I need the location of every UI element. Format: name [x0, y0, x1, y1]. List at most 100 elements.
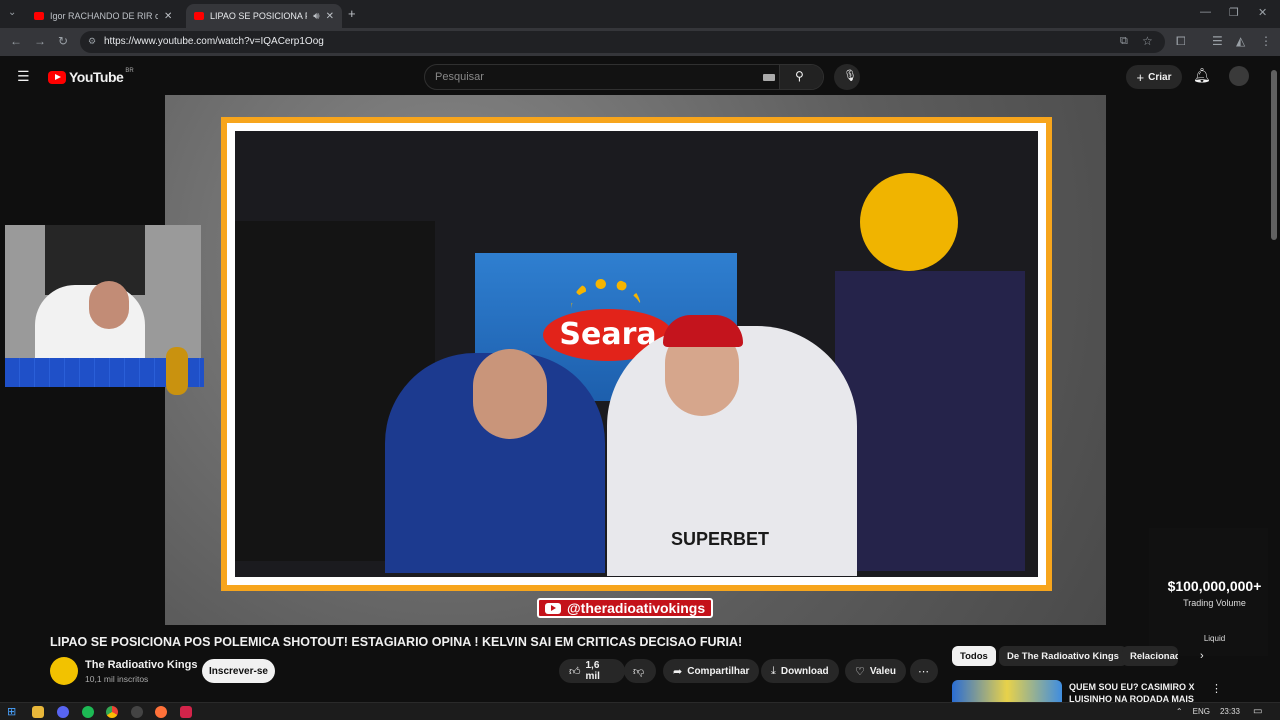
create-button[interactable]: + Criar — [1126, 65, 1182, 89]
account-avatar[interactable] — [1229, 66, 1249, 86]
chip-from-channel[interactable]: De The Radioativo Kings — [999, 646, 1127, 666]
video-title: LIPAO SE POSICIONA POS POLEMICA SHOTOUT!… — [50, 635, 743, 649]
close-icon[interactable]: ✕ — [164, 11, 172, 22]
channel-avatar[interactable] — [50, 657, 78, 685]
video-frame-border: Seara SUPERBET — [221, 117, 1052, 591]
new-tab-button[interactable]: + — [348, 6, 356, 21]
chrome-icon[interactable] — [106, 706, 118, 718]
scrollbar-thumb[interactable] — [1271, 70, 1277, 240]
youtube-favicon-icon — [34, 12, 44, 20]
ad-overlay[interactable]: $100,000,000+ Trading Volume Liquid — [1149, 528, 1280, 656]
subscribe-button[interactable]: Inscrever-se — [202, 659, 275, 683]
menu-kebab-icon[interactable]: ⋮ — [1260, 34, 1272, 48]
minimize-icon[interactable]: — — [1200, 6, 1211, 18]
subscriber-count: 10,1 mil inscritos — [85, 674, 149, 684]
hamburger-menu-icon[interactable]: ☰ — [17, 68, 30, 85]
share-label: Compartilhar — [687, 665, 750, 677]
file-explorer-icon[interactable] — [32, 706, 44, 718]
discord-icon[interactable] — [57, 706, 69, 718]
youtube-icon — [545, 602, 561, 614]
dislike-button[interactable]: 👎︎ — [624, 659, 656, 683]
install-app-icon[interactable]: ⧉ — [1120, 35, 1128, 48]
tab-search-icon[interactable]: ⌄ — [8, 7, 16, 18]
brand-rays — [571, 279, 641, 309]
thanks-label: Valeu — [869, 665, 897, 677]
profile-icon[interactable]: ◭ — [1236, 34, 1245, 48]
youtube-play-icon — [48, 70, 66, 84]
clock[interactable]: 23:33 — [1220, 707, 1240, 716]
thumbs-up-icon: 👍︎ — [569, 665, 581, 678]
tab-igor[interactable]: Igor RACHANDO DE RIR com o ✕ — [26, 4, 184, 28]
share-button[interactable]: ➦ Compartilhar — [663, 659, 760, 683]
extensions-icon[interactable]: ⧠ — [1176, 34, 1186, 49]
firefox-icon[interactable] — [155, 706, 167, 718]
notification-center-icon[interactable]: ▭ — [1253, 706, 1262, 717]
chip-all[interactable]: Todos — [952, 646, 996, 666]
host-left-head — [473, 349, 547, 439]
channel-name[interactable]: The Radioativo Kings — [85, 659, 197, 671]
kings-logo-badge — [860, 173, 958, 271]
thanks-button[interactable]: ♡ Valeu — [845, 659, 907, 683]
like-button[interactable]: 👍︎ 1,6 mil — [559, 659, 625, 683]
ad-caption: Trading Volume — [1183, 598, 1246, 608]
browser-tab-bar: ⌄ Igor RACHANDO DE RIR com o ✕ LIPAO SE … — [0, 0, 1280, 28]
tab-title: LIPAO SE POSICIONA POS P — [210, 11, 307, 21]
url-text: https://www.youtube.com/watch?v=IQACerp1… — [104, 36, 324, 47]
recommendation-title[interactable]: QUEM SOU EU? CASIMIRO X LUISINHO NA RODA… — [1069, 681, 1199, 702]
bookmark-star-icon[interactable]: ☆ — [1142, 34, 1153, 48]
share-arrow-icon: ➦ — [673, 665, 683, 678]
red-cap — [663, 315, 743, 347]
close-icon[interactable]: ✕ — [326, 11, 334, 22]
speaker-icon[interactable]: 🔊︎ — [313, 11, 319, 22]
youtube-logo[interactable]: YouTube BR — [48, 68, 134, 85]
jersey-sponsor-text: SUPERBET — [671, 529, 770, 549]
site-info-icon[interactable]: ⚙ — [88, 36, 96, 47]
channel-handle-overlay: @theradioativokings — [537, 598, 714, 618]
recommendation-menu-icon[interactable]: ⋮ — [1211, 682, 1222, 695]
obs-icon[interactable] — [131, 706, 143, 718]
keyboard-icon[interactable] — [763, 74, 775, 81]
search-box[interactable]: Pesquisar ⚲ — [424, 64, 824, 90]
forward-icon[interactable]: → — [34, 34, 46, 48]
language-indicator[interactable]: ENG — [1193, 707, 1210, 716]
webcam-overlay — [5, 225, 201, 358]
url-field[interactable]: ⚙ https://www.youtube.com/watch?v=IQACer… — [80, 31, 1165, 53]
reload-icon[interactable]: ↻ — [58, 34, 68, 48]
gold-watch-decoration — [166, 347, 188, 395]
download-label: Download — [780, 665, 829, 677]
spotify-icon[interactable] — [82, 706, 94, 718]
thumbs-down-icon: 👎︎ — [633, 665, 645, 678]
microphone-icon: 🎙︎ — [843, 70, 857, 82]
ad-brand: Liquid — [1203, 634, 1226, 643]
download-icon: ⤓ — [771, 664, 776, 677]
youtube-header: ☰ YouTube BR Pesquisar ⚲ 🎙︎ + Criar 🔔︎ — [0, 56, 1268, 96]
browser-address-bar: ← → ↻ ⚙ https://www.youtube.com/watch?v=… — [0, 28, 1280, 56]
back-icon[interactable]: ← — [10, 34, 22, 48]
search-icon: ⚲ — [795, 69, 804, 83]
region-code: BR — [125, 68, 134, 74]
more-horizontal-icon: ⋯ — [918, 665, 929, 678]
app-icon[interactable] — [180, 706, 192, 718]
studio-backdrop — [835, 271, 1025, 571]
chips-next-chevron-icon[interactable]: › — [1200, 650, 1204, 662]
ad-amount: $100,000,000+ — [1167, 578, 1262, 594]
search-input[interactable]: Pesquisar — [435, 71, 484, 83]
recommendation-thumbnail[interactable] — [952, 680, 1062, 702]
chip-related[interactable]: Relacionados — [1122, 646, 1178, 666]
page-scrollbar[interactable] — [1268, 56, 1280, 704]
restore-icon[interactable]: ❐ — [1229, 6, 1239, 19]
more-actions-button[interactable]: ⋯ — [910, 659, 938, 683]
like-count: 1,6 mil — [585, 660, 600, 682]
video-player[interactable]: Seara SUPERBET @theradioativokings — [165, 95, 1106, 625]
tab-lipao[interactable]: LIPAO SE POSICIONA POS P 🔊︎ ✕ — [186, 4, 342, 28]
download-button[interactable]: ⤓ Download — [761, 659, 839, 683]
heart-dollar-icon: ♡ — [855, 665, 865, 678]
notifications-bell-icon[interactable]: 🔔︎ — [1193, 67, 1211, 84]
search-button[interactable]: ⚲ — [779, 65, 823, 89]
window-close-icon[interactable]: ✕ — [1258, 6, 1267, 19]
reading-list-icon[interactable]: ☰ — [1212, 34, 1223, 48]
voice-search-button[interactable]: 🎙︎ — [834, 64, 860, 90]
windows-start-icon[interactable]: ⊞ — [7, 705, 16, 718]
tray-chevron-icon[interactable]: ⌃ — [1176, 707, 1183, 716]
handle-text: @theradioativokings — [567, 600, 706, 616]
